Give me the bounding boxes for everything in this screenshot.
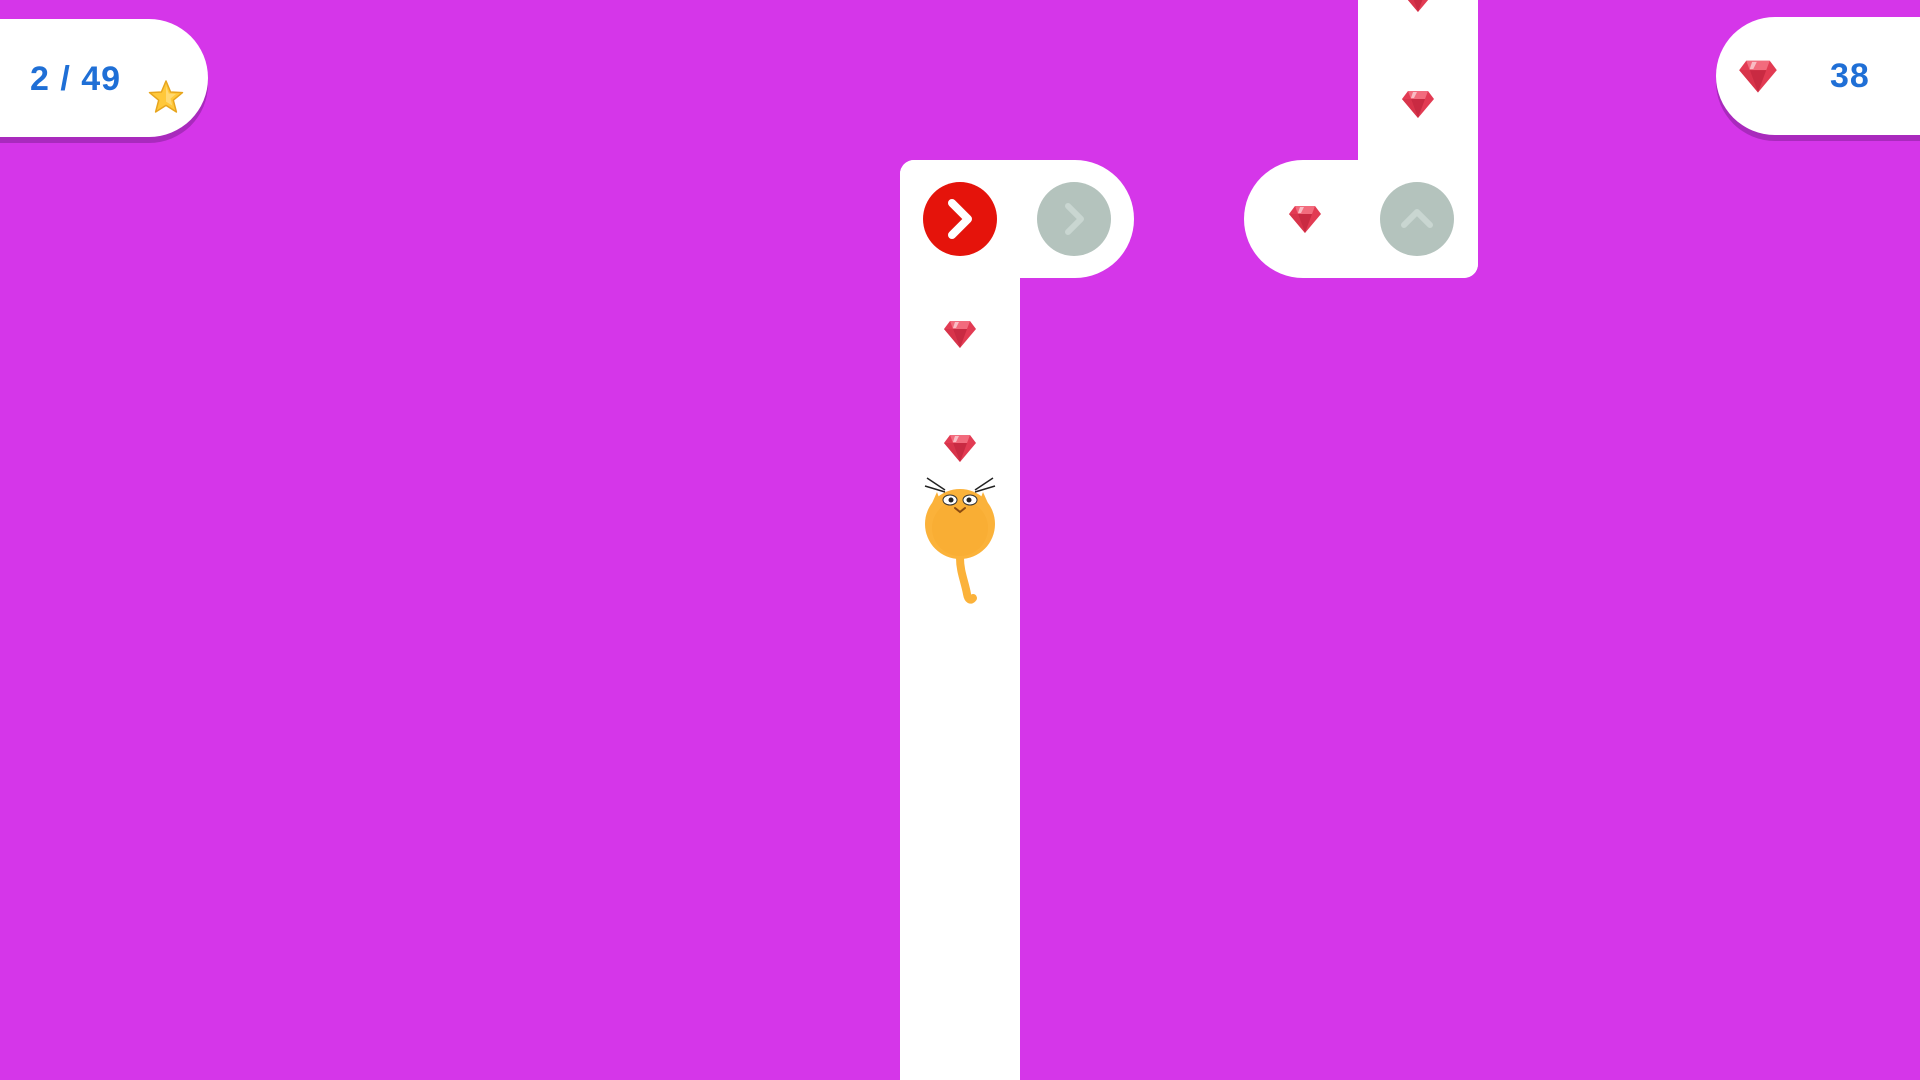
gem-counter-panel: 38 (1716, 17, 1920, 135)
turn-right-button-active[interactable] (923, 182, 997, 256)
gem-icon (1738, 57, 1778, 95)
game-stage[interactable]: 2 / 49 38 (0, 0, 1920, 1080)
gem-icon (943, 318, 977, 350)
level-progress-text: 2 / 49 (30, 60, 122, 98)
cat-player (915, 470, 1005, 605)
star-icon (148, 79, 184, 115)
chevron-up-icon (1401, 209, 1433, 228)
gem-icon (1288, 203, 1322, 235)
gem-icon (943, 432, 977, 464)
chevron-right-icon (1065, 203, 1084, 235)
turn-up-button-inactive[interactable] (1380, 182, 1454, 256)
gem-icon (1401, 0, 1435, 14)
gem-icon (1401, 88, 1435, 120)
level-progress-panel: 2 / 49 (0, 19, 208, 137)
turn-right-button-inactive[interactable] (1037, 182, 1111, 256)
chevron-right-icon (948, 199, 972, 239)
path-vertical-main (900, 160, 1020, 1080)
gem-count-text: 38 (1830, 57, 1870, 95)
